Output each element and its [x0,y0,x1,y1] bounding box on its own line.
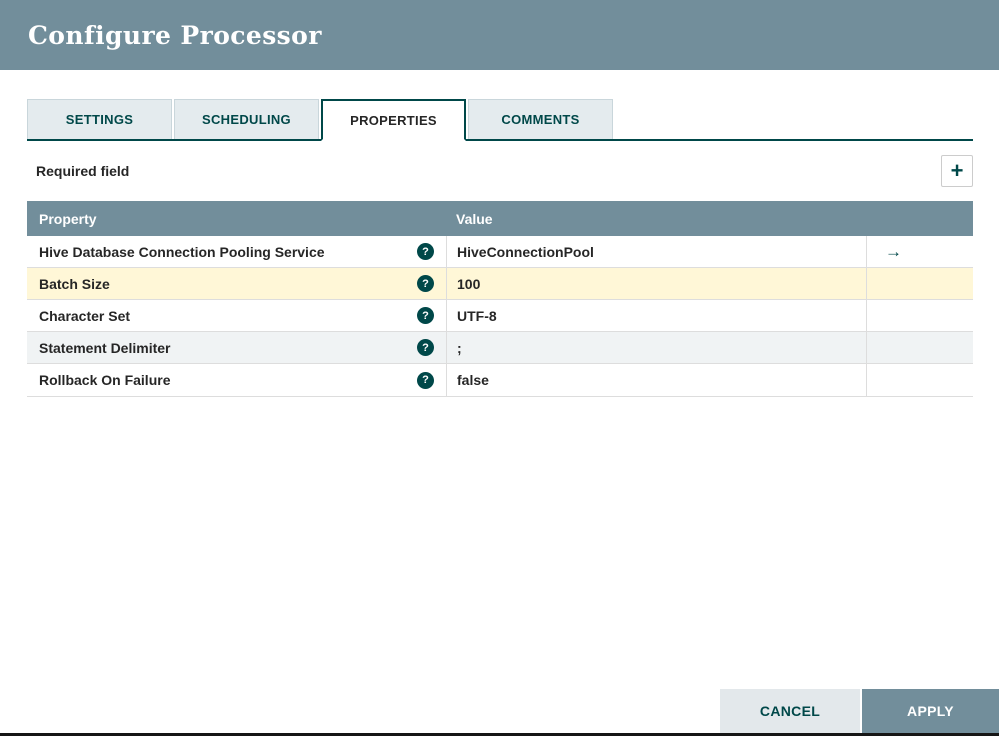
property-value: 100 [457,275,481,292]
table-row[interactable]: Hive Database Connection Pooling Service… [27,236,973,268]
actions-cell: → [866,236,973,267]
property-name: Statement Delimiter [39,339,171,356]
property-value: ; [457,339,462,356]
property-name: Rollback On Failure [39,372,171,388]
tab-scheduling[interactable]: SCHEDULING [174,99,319,139]
table-row[interactable]: Statement Delimiter ? ; [27,332,973,364]
property-name: Character Set [39,307,131,324]
actions-cell [866,268,973,299]
value-cell[interactable]: ; [446,332,866,363]
actions-cell [866,364,973,396]
property-cell: Batch Size ? [27,268,446,299]
required-field-label: Required field [36,163,130,179]
actions-cell [866,300,973,331]
property-cell: Statement Delimiter ? [27,332,446,363]
help-icon[interactable]: ? [417,275,434,292]
help-icon[interactable]: ? [417,371,434,389]
tab-properties[interactable]: PROPERTIES [321,99,466,141]
property-cell: Rollback On Failure ? [27,364,446,396]
table-row[interactable]: Character Set ? UTF-8 [27,300,973,332]
goto-service-icon[interactable]: → [885,242,902,262]
property-cell: Hive Database Connection Pooling Service… [27,236,446,267]
tab-comments[interactable]: COMMENTS [468,99,613,139]
dialog-title: Configure Processor [28,20,322,50]
value-cell[interactable]: false [446,364,866,396]
column-header-value: Value [456,210,493,227]
value-cell[interactable]: HiveConnectionPool [446,236,866,267]
table-row[interactable]: Rollback On Failure ? false [27,364,973,396]
property-name: Hive Database Connection Pooling Service [39,243,325,260]
help-icon[interactable]: ? [417,307,434,324]
properties-toolbar: Required field + [27,141,973,201]
properties-table: Property Value Hive Database Connection … [27,201,973,397]
dialog-header: Configure Processor [0,0,999,70]
dialog-footer: CANCEL APPLY [720,689,999,733]
tab-bar: SETTINGS SCHEDULING PROPERTIES COMMENTS [27,99,973,141]
property-name: Batch Size [39,275,110,292]
table-header-row: Property Value [27,201,973,236]
property-value: HiveConnectionPool [457,243,594,260]
value-cell[interactable]: 100 [446,268,866,299]
cancel-button[interactable]: CANCEL [720,689,860,733]
property-value: false [457,372,489,388]
tab-settings[interactable]: SETTINGS [27,99,172,139]
column-header-property: Property [39,210,97,227]
actions-cell [866,332,973,363]
property-value: UTF-8 [457,307,497,324]
value-cell[interactable]: UTF-8 [446,300,866,331]
help-icon[interactable]: ? [417,243,434,260]
dialog-content: SETTINGS SCHEDULING PROPERTIES COMMENTS … [0,99,999,397]
help-icon[interactable]: ? [417,339,434,356]
property-cell: Character Set ? [27,300,446,331]
plus-icon: + [950,158,964,183]
apply-button[interactable]: APPLY [862,689,999,733]
add-property-button[interactable]: + [941,155,973,187]
table-row[interactable]: Batch Size ? 100 [27,268,973,300]
